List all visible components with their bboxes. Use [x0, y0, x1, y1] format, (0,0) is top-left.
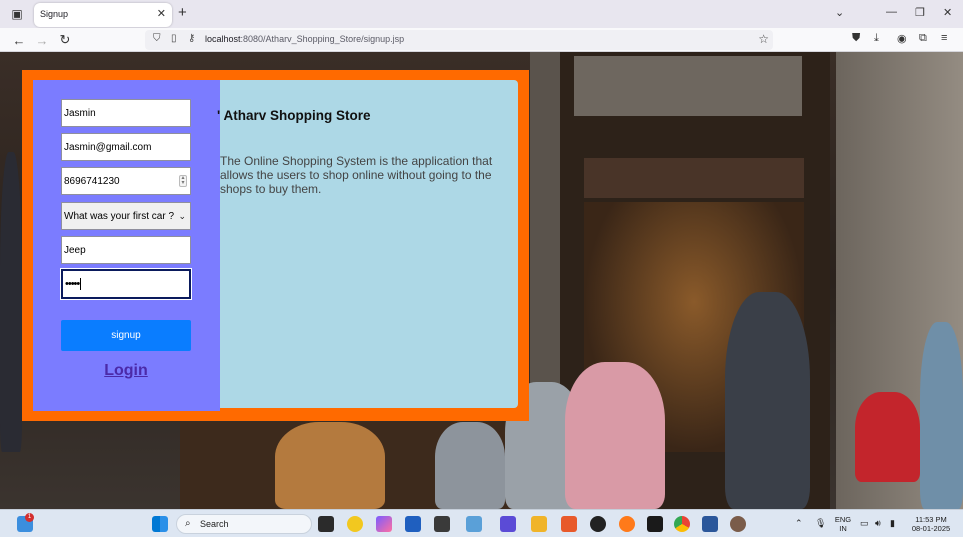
photos-icon[interactable]	[466, 516, 482, 532]
file-explorer-icon[interactable]	[531, 516, 547, 532]
tab-title: Signup	[40, 9, 69, 19]
notification-badge: 1	[25, 513, 34, 522]
volume-icon[interactable]: 🔊︎	[875, 518, 881, 529]
app-cube-icon[interactable]	[434, 516, 450, 532]
name-input[interactable]: Jasmin	[61, 99, 191, 127]
minimize-icon[interactable]: —	[886, 6, 897, 18]
email-input[interactable]: Jasmin@gmail.com	[61, 133, 191, 161]
security-answer-input[interactable]: Jeep	[61, 236, 191, 264]
store-info-panel	[220, 80, 518, 408]
url-text[interactable]: localhost:8080/Atharv_Shopping_Store/sig…	[205, 34, 404, 44]
account-icon[interactable]: ◉	[897, 32, 907, 45]
browser-navbar: ← → ↻ ⛉ ▯ ⚷ localhost:8080/Atharv_Shoppi…	[0, 28, 963, 52]
browser-tab[interactable]: Signup ✕	[34, 3, 172, 27]
page-info-icon[interactable]: ▯	[171, 33, 177, 44]
extensions-icon[interactable]: ⧉	[919, 32, 927, 45]
language-indicator[interactable]: ENG IN	[832, 515, 854, 533]
app-icon[interactable]	[376, 516, 392, 532]
start-menu-icon[interactable]	[152, 516, 168, 532]
menu-icon[interactable]: ≡	[941, 32, 947, 44]
word-icon[interactable]	[702, 516, 718, 532]
app-logo-icon[interactable]	[647, 516, 663, 532]
clock[interactable]: 11:53 PM 08-01-2025	[905, 515, 957, 533]
security-question-select[interactable]: What was your first car ? ⌄	[61, 202, 191, 230]
phone-input[interactable]: 8696741230 ▴ ▾	[61, 167, 191, 195]
address-bar[interactable]: ⛉ ▯ ⚷ localhost:8080/Atharv_Shopping_Sto…	[145, 30, 773, 50]
visual-studio-icon[interactable]	[500, 516, 516, 532]
pocket-icon[interactable]: ⛊	[852, 32, 860, 45]
new-tab-icon[interactable]: +	[178, 5, 187, 21]
password-input[interactable]: •••••	[61, 269, 191, 299]
app-circle-icon[interactable]	[590, 516, 606, 532]
display-icon[interactable]: ▭	[860, 518, 869, 529]
taskbar-search-box[interactable]: ⌕ Search	[176, 514, 312, 534]
login-link[interactable]: Login	[61, 362, 191, 380]
downloads-icon[interactable]: ⤓	[874, 32, 879, 45]
chrome-icon[interactable]	[674, 516, 690, 532]
store-description: The Online Shopping System is the applic…	[220, 154, 493, 196]
reload-icon[interactable]: ↻	[56, 31, 74, 49]
windows-taskbar: 1 ⌕ Search ⌃ 🎙︎ ENG IN ▭ 🔊︎ ▮ 11:53 PM 08-…	[0, 509, 963, 537]
microphone-icon[interactable]: 🎙︎	[815, 518, 826, 529]
chevron-down-icon: ⌄	[178, 211, 186, 221]
task-view-icon[interactable]	[318, 516, 334, 532]
bookmark-star-icon[interactable]: ☆	[758, 32, 769, 46]
restore-icon[interactable]: ❐	[915, 6, 925, 19]
list-all-tabs-icon[interactable]: ⌄	[835, 6, 844, 19]
number-spinner-icon[interactable]: ▴ ▾	[179, 175, 187, 187]
close-tab-icon[interactable]: ✕	[157, 7, 166, 20]
battery-icon[interactable]: ▮	[890, 518, 895, 529]
browser-titlebar: ▣ Signup ✕ + ⌄ — ❐ ✕	[0, 0, 963, 28]
show-hidden-icons-chevron-icon[interactable]: ⌃	[795, 518, 803, 529]
app-avatar-icon[interactable]	[730, 516, 746, 532]
back-icon[interactable]: ←	[10, 31, 28, 49]
tab-list-icon[interactable]: ▣	[8, 5, 26, 23]
firefox-icon[interactable]	[619, 516, 635, 532]
copilot-icon[interactable]	[347, 516, 363, 532]
forward-icon[interactable]: →	[33, 31, 51, 49]
brave-browser-icon[interactable]	[561, 516, 577, 532]
search-icon: ⌕	[185, 518, 191, 529]
store-title: ' Atharv Shopping Store	[217, 108, 371, 123]
signup-button[interactable]: signup	[61, 320, 191, 351]
shield-icon[interactable]: ⛉	[153, 33, 161, 44]
permissions-key-icon[interactable]: ⚷	[188, 33, 195, 44]
close-window-icon[interactable]: ✕	[943, 6, 952, 19]
store-app-icon[interactable]	[405, 516, 421, 532]
